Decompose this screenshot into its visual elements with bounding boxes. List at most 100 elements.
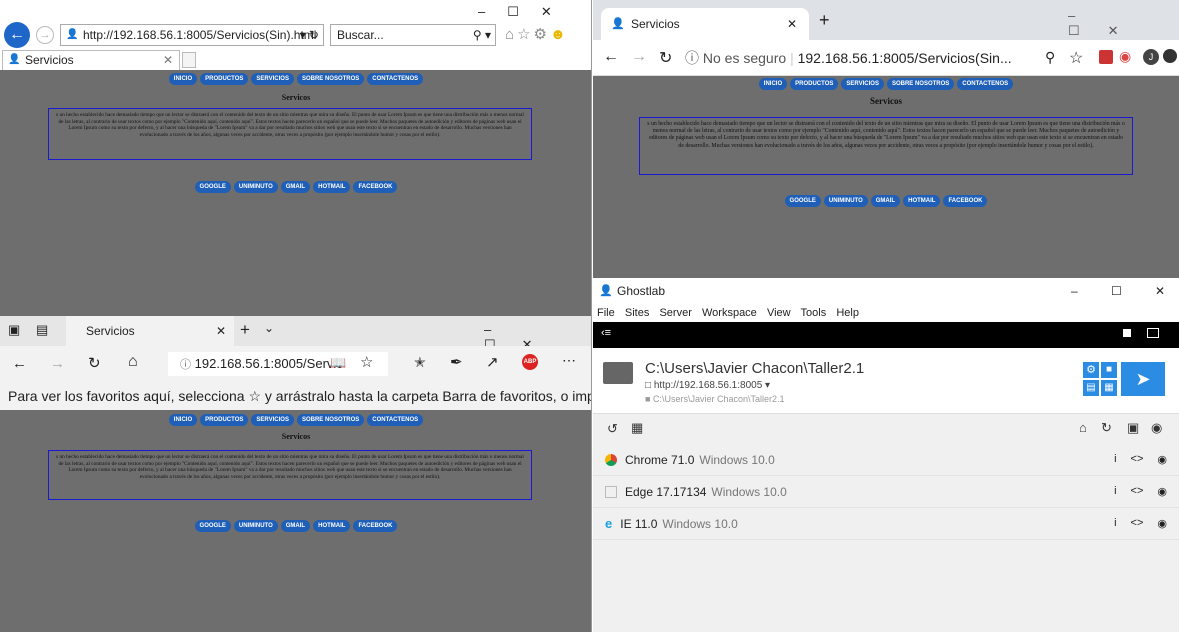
chrome-omnibox[interactable]: ⓘ No es seguro | 192.168.56.1:8005/Servi…	[685, 44, 1039, 72]
window-icon[interactable]	[1147, 328, 1159, 338]
fullscreen-icon[interactable]	[1123, 329, 1131, 337]
menu-workspace[interactable]: Workspace	[702, 307, 757, 319]
link-google[interactable]: GOOGLE	[194, 520, 231, 532]
camera-icon[interactable]: ◉	[1157, 517, 1167, 530]
sync-icon[interactable]: ↺	[607, 421, 618, 437]
camera-icon[interactable]: ◉	[1157, 453, 1167, 466]
close-button[interactable]: ✕	[1155, 278, 1165, 304]
bookmark-star-icon[interactable]: ☆	[1069, 48, 1083, 68]
nav-productos[interactable]: PRODUCTOS	[200, 73, 249, 85]
zoom-icon[interactable]: ⚲	[1045, 49, 1055, 66]
nav-inicio[interactable]: INICIO	[168, 414, 198, 426]
maximize-button[interactable]: ☐	[1068, 23, 1108, 38]
nav-sobre-nosotros[interactable]: SOBRE NOSOTROS	[886, 78, 955, 90]
ie-search-box[interactable]: Buscar... ⚲ ▾	[330, 24, 496, 46]
screenshot-icon[interactable]: ▣	[1127, 420, 1139, 436]
share-icon[interactable]: ↗	[486, 353, 499, 371]
code-icon[interactable]: <>	[1131, 517, 1144, 530]
stop-button[interactable]: ■	[1101, 362, 1117, 378]
nav-servicios[interactable]: SERVICIOS	[841, 78, 884, 90]
qr-code-button[interactable]: ▦	[1101, 380, 1117, 396]
favorite-star-icon[interactable]: ☆	[360, 353, 373, 371]
menu-help[interactable]: Help	[836, 307, 859, 319]
maximize-button[interactable]: ☐	[1111, 278, 1122, 304]
close-button[interactable]: ✕	[1108, 23, 1147, 38]
menu-tools[interactable]: Tools	[801, 307, 827, 319]
tab-preview-icon[interactable]: ▤	[36, 322, 48, 338]
profile-avatar[interactable]: J	[1143, 49, 1159, 65]
info-icon[interactable]: ⓘ	[685, 50, 699, 66]
forward-icon[interactable]: →	[50, 355, 65, 372]
nav-inicio[interactable]: INICIO	[758, 78, 788, 90]
client-row[interactable]: Chrome 71.0 Windows 10.0 i <> ◉	[593, 444, 1179, 476]
back-icon[interactable]: ←	[603, 48, 619, 66]
nav-contactenos[interactable]: CONTACTENOS	[957, 78, 1014, 90]
site-url[interactable]: □ http://192.168.56.1:8005 ▾	[645, 380, 770, 391]
home-icon[interactable]: ⌂	[1079, 420, 1087, 435]
collapse-sidebar-icon[interactable]: ‹≡	[601, 327, 611, 339]
new-tab-button[interactable]: +	[240, 320, 250, 340]
link-google[interactable]: GOOGLE	[194, 181, 231, 193]
camera-icon[interactable]: ◉	[1151, 420, 1162, 436]
info-icon[interactable]: i	[1114, 517, 1116, 530]
info-icon[interactable]: ⓘ	[180, 359, 191, 371]
refresh-icon[interactable]: ↻	[88, 354, 101, 372]
home-icon[interactable]: ⌂	[128, 353, 138, 371]
reload-icon[interactable]: ↻	[659, 48, 672, 68]
reading-view-icon[interactable]: 📖	[330, 355, 346, 371]
link-gmail[interactable]: GMAIL	[280, 181, 311, 193]
minimize-button[interactable]: –	[1068, 8, 1103, 23]
home-icon[interactable]: ⌂	[505, 26, 517, 43]
minimize-button[interactable]: –	[478, 4, 507, 19]
nav-inicio[interactable]: INICIO	[168, 73, 198, 85]
nav-productos[interactable]: PRODUCTOS	[200, 414, 249, 426]
pen-icon[interactable]: ✒	[450, 353, 463, 371]
ie-back-button[interactable]: ←	[4, 22, 30, 48]
camera-icon[interactable]: ◉	[1157, 485, 1167, 498]
grid-icon[interactable]: ▦	[631, 420, 643, 436]
reload-icon[interactable]: ↻	[1101, 420, 1112, 436]
adblock-icon[interactable]: ABP	[522, 354, 538, 370]
nav-sobre-nosotros[interactable]: SOBRE NOSOTROS	[296, 73, 365, 85]
search-icon[interactable]: ⚲ ▾	[473, 25, 491, 45]
link-facebook[interactable]: FACEBOOK	[353, 520, 398, 532]
rocket-launch-button[interactable]: ➤	[1121, 362, 1165, 396]
favorites-hub-icon[interactable]: ✭	[414, 354, 426, 371]
client-row[interactable]: e IE 11.0 Windows 10.0 i <> ◉	[593, 508, 1179, 540]
link-uniminuto[interactable]: UNIMINUTO	[823, 195, 868, 207]
link-hotmail[interactable]: HOTMAIL	[903, 195, 941, 207]
menu-icon[interactable]	[1163, 49, 1177, 63]
nav-contactenos[interactable]: CONTACTENOS	[367, 73, 424, 85]
ie-address-bar[interactable]: 👤 http://192.168.56.1:8005/Servicios(Sin…	[60, 24, 324, 46]
client-row[interactable]: Edge 17.17134 Windows 10.0 i <> ◉	[593, 476, 1179, 508]
nav-productos[interactable]: PRODUCTOS	[790, 78, 839, 90]
smiley-icon[interactable]: ☻	[550, 26, 569, 43]
link-facebook[interactable]: FACEBOOK	[943, 195, 988, 207]
star-icon[interactable]: ☆	[517, 26, 533, 43]
ie-tab[interactable]: 👤 Servicios ✕	[2, 50, 180, 70]
minimize-button[interactable]: –	[484, 322, 517, 337]
link-hotmail[interactable]: HOTMAIL	[313, 181, 351, 193]
menu-view[interactable]: View	[767, 307, 791, 319]
new-tab-button[interactable]: +	[819, 10, 830, 31]
tab-close-icon[interactable]: ✕	[163, 51, 173, 69]
nav-sobre-nosotros[interactable]: SOBRE NOSOTROS	[296, 414, 365, 426]
settings-button[interactable]: ⚙	[1083, 362, 1099, 378]
tab-close-icon[interactable]: ✕	[787, 8, 797, 40]
minimize-button[interactable]: –	[1071, 278, 1078, 304]
edge-address-bar[interactable]: ⓘ 192.168.56.1:8005/Servic	[168, 352, 388, 376]
extension-icon[interactable]: ◉	[1119, 48, 1131, 65]
link-facebook[interactable]: FACEBOOK	[353, 181, 398, 193]
link-google[interactable]: GOOGLE	[784, 195, 821, 207]
ie-forward-button[interactable]: →	[36, 26, 54, 44]
refresh-icon[interactable]: ▾ ↻	[300, 25, 319, 45]
menu-sites[interactable]: Sites	[625, 307, 649, 319]
code-icon[interactable]: <>	[1131, 485, 1144, 498]
info-icon[interactable]: i	[1114, 453, 1116, 466]
edge-tab[interactable]: Servicios ✕	[66, 316, 234, 346]
tab-close-icon[interactable]: ✕	[216, 316, 226, 346]
forward-icon[interactable]: →	[631, 48, 647, 66]
tab-manager-icon[interactable]: ▣	[8, 322, 20, 338]
nav-contactenos[interactable]: CONTACTENOS	[367, 414, 424, 426]
link-gmail[interactable]: GMAIL	[870, 195, 901, 207]
